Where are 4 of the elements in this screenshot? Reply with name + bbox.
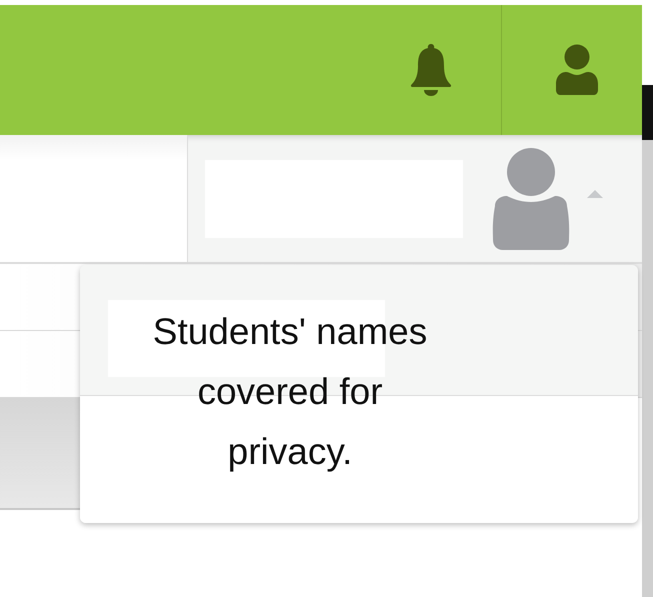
bell-icon[interactable] [408, 44, 454, 96]
annotation-text: Students' names covered for privacy. [152, 310, 428, 474]
user-icon[interactable] [554, 44, 600, 96]
user-menu-bar[interactable] [188, 135, 642, 262]
